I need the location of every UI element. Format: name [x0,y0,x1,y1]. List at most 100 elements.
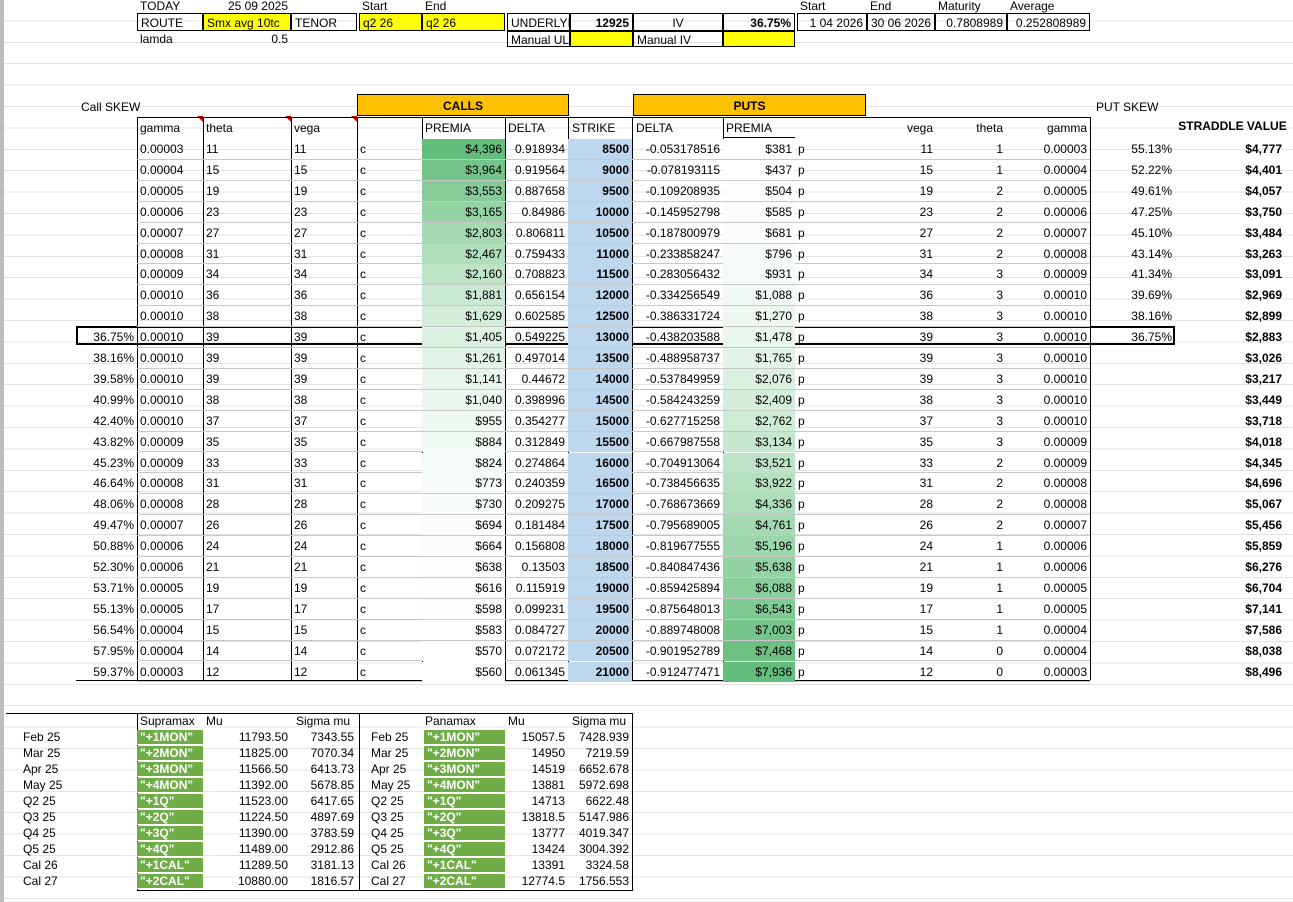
panamax-mu-cell[interactable]: 14713 [505,794,568,809]
call-type-cell[interactable]: c [357,181,422,201]
call-theta-cell[interactable]: 19 [203,578,291,598]
put-premia-cell[interactable]: $3,521 [723,453,795,473]
call-gamma-cell[interactable]: 0.00010 [137,390,203,410]
call-gamma-cell[interactable]: 0.00007 [137,223,203,243]
supramax-mu-cell[interactable]: 11566.50 [203,762,291,777]
put-delta-cell[interactable]: -0.334256549 [632,285,723,305]
call-skew-cell[interactable]: 36.75% [76,327,137,347]
call-premia-cell[interactable]: $638 [422,557,505,577]
supramax-sigma-cell[interactable]: 4897.69 [291,810,357,825]
panamax-sigma-cell[interactable]: 1756.553 [568,874,632,889]
put-vega-cell[interactable]: 11 [866,139,936,159]
panamax-sigma-cell[interactable]: 7428.939 [568,730,632,745]
call-theta-cell[interactable]: 39 [203,327,291,347]
put-type-cell[interactable]: p [795,473,866,493]
call-gamma-cell[interactable]: 0.00005 [137,599,203,619]
supramax-period-cell[interactable]: Cal 26 [20,858,137,873]
spreadsheet-grid[interactable]: TODAY 25 09 2025 Start End Start End Mat… [0,0,1293,902]
put-type-cell[interactable]: p [795,285,866,305]
put-premia-cell[interactable]: $585 [723,202,795,222]
put-premia-cell[interactable]: $1,270 [723,306,795,326]
call-theta-cell[interactable]: 19 [203,181,291,201]
call-vega-cell[interactable]: 39 [291,369,357,389]
call-skew-cell[interactable]: 55.13% [76,599,137,619]
strike-cell[interactable]: 10500 [568,223,632,243]
panamax-period-cell[interactable]: Q3 25 [368,810,422,825]
call-vega-cell[interactable]: 39 [291,327,357,347]
panamax-sigma-cell[interactable]: 5972.698 [568,778,632,793]
call-type-cell[interactable]: c [357,139,422,159]
call-vega-cell[interactable]: 11 [291,139,357,159]
panamax-period-cell[interactable]: Q5 25 [368,842,422,857]
put-vega-cell[interactable]: 14 [866,641,936,661]
panamax-code-cell[interactable]: "+2MON" [424,746,505,761]
straddle-cell[interactable]: $6,704 [1175,578,1285,598]
call-premia-cell[interactable]: $583 [422,620,505,640]
put-premia-cell[interactable]: $796 [723,244,795,264]
put-vega-cell[interactable]: 19 [866,578,936,598]
put-gamma-cell[interactable]: 0.00008 [1006,244,1090,264]
call-gamma-cell[interactable]: 0.00003 [137,662,203,682]
call-vega-cell[interactable]: 34 [291,264,357,284]
straddle-cell[interactable]: $8,038 [1175,641,1285,661]
strike-cell[interactable]: 14000 [568,369,632,389]
tenor-start-input[interactable]: q2 26 [359,13,422,31]
put-skew-cell[interactable] [1090,494,1175,514]
put-type-cell[interactable]: p [795,139,866,159]
put-theta-cell[interactable]: 1 [936,578,1006,598]
call-theta-cell[interactable]: 11 [203,139,291,159]
put-skew-cell[interactable] [1090,620,1175,640]
put-delta-cell[interactable]: -0.109208935 [632,181,723,201]
call-delta-cell[interactable]: 0.398996 [505,390,568,410]
put-gamma-cell[interactable]: 0.00006 [1006,202,1090,222]
call-theta-cell[interactable]: 31 [203,473,291,493]
put-delta-cell[interactable]: -0.438203588 [632,327,723,347]
call-theta-cell[interactable]: 37 [203,411,291,431]
call-type-cell[interactable]: c [357,327,422,347]
put-type-cell[interactable]: p [795,432,866,452]
straddle-cell[interactable]: $3,091 [1175,264,1285,284]
call-skew-cell[interactable]: 38.16% [76,348,137,368]
put-premia-cell[interactable]: $7,468 [723,641,795,661]
put-premia-cell[interactable]: $1,088 [723,285,795,305]
call-premia-cell[interactable]: $2,160 [422,264,505,284]
put-vega-cell[interactable]: 39 [866,369,936,389]
call-delta-cell[interactable]: 0.099231 [505,599,568,619]
strike-cell[interactable]: 10000 [568,202,632,222]
straddle-cell[interactable]: $2,883 [1175,327,1285,347]
strike-cell[interactable]: 9500 [568,181,632,201]
put-type-cell[interactable]: p [795,181,866,201]
put-vega-cell[interactable]: 38 [866,306,936,326]
put-skew-cell[interactable] [1090,411,1175,431]
put-type-cell[interactable]: p [795,244,866,264]
call-skew-cell[interactable]: 42.40% [76,411,137,431]
put-vega-cell[interactable]: 39 [866,327,936,347]
straddle-cell[interactable]: $3,484 [1175,223,1285,243]
put-delta-cell[interactable]: -0.667987558 [632,432,723,452]
put-skew-cell[interactable] [1090,453,1175,473]
put-theta-cell[interactable]: 3 [936,390,1006,410]
put-theta-cell[interactable]: 2 [936,494,1006,514]
call-vega-cell[interactable]: 14 [291,641,357,661]
put-premia-cell[interactable]: $4,761 [723,515,795,535]
panamax-period-cell[interactable]: Cal 27 [368,874,422,889]
put-gamma-cell[interactable]: 0.00004 [1006,641,1090,661]
put-vega-cell[interactable]: 38 [866,390,936,410]
panamax-mu-cell[interactable]: 13818.5 [505,810,568,825]
put-skew-cell[interactable] [1090,578,1175,598]
straddle-cell[interactable]: $7,141 [1175,599,1285,619]
put-premia-cell[interactable]: $2,409 [723,390,795,410]
call-theta-cell[interactable]: 33 [203,453,291,473]
panamax-period-cell[interactable]: May 25 [368,778,422,793]
put-vega-cell[interactable]: 23 [866,202,936,222]
put-premia-cell[interactable]: $6,543 [723,599,795,619]
put-skew-cell[interactable]: 49.61% [1090,181,1175,201]
put-delta-cell[interactable]: -0.283056432 [632,264,723,284]
call-theta-cell[interactable]: 12 [203,662,291,682]
straddle-cell[interactable]: $8,496 [1175,662,1285,682]
call-type-cell[interactable]: c [357,202,422,222]
call-gamma-cell[interactable]: 0.00010 [137,285,203,305]
put-theta-cell[interactable]: 3 [936,411,1006,431]
call-delta-cell[interactable]: 0.312849 [505,432,568,452]
put-skew-cell[interactable] [1090,369,1175,389]
